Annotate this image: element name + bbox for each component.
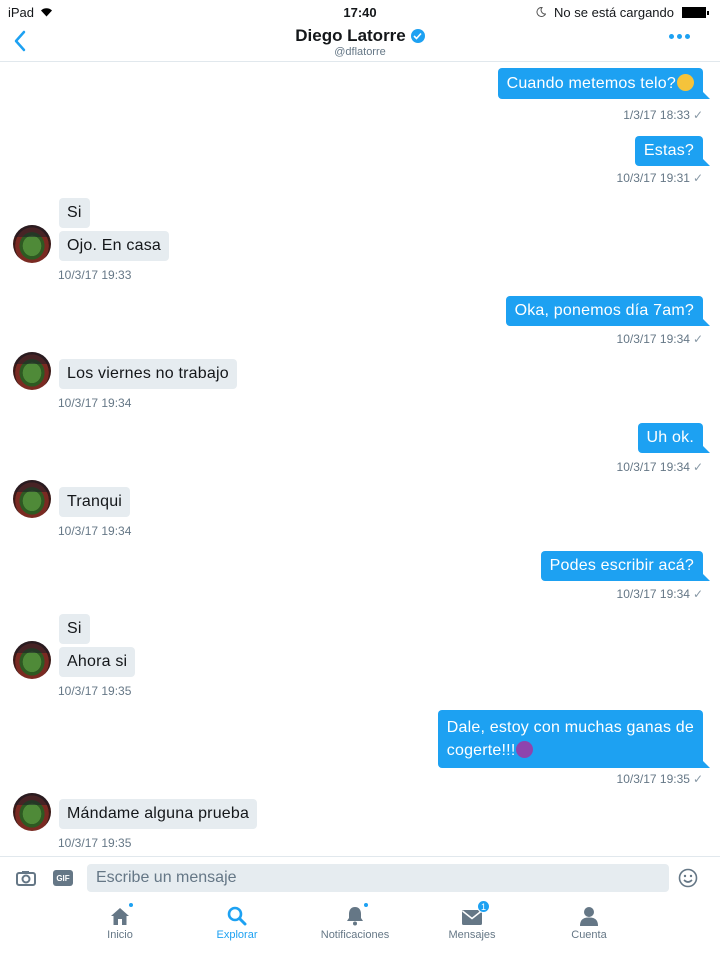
outgoing-message[interactable]: Cuando metemos telo? (497, 68, 711, 99)
message-input[interactable] (87, 864, 669, 892)
message-timestamp: 10/3/17 19:35 (58, 684, 132, 698)
incoming-message[interactable]: Tranqui (59, 487, 131, 517)
incoming-message[interactable]: Mándame alguna prueba (59, 799, 258, 829)
message-timestamp: 10/3/17 19:33 (58, 268, 132, 282)
tab-bar: Inicio Explorar Notificaciones 1 Mensaje… (0, 898, 720, 948)
verified-badge-icon (410, 29, 425, 43)
outgoing-message[interactable]: Podes escribir acá? (540, 551, 711, 581)
tab-cuenta[interactable]: Cuenta (534, 904, 644, 941)
more-options-icon[interactable] (669, 34, 690, 39)
contact-avatar[interactable] (13, 225, 51, 263)
incoming-message[interactable]: Si (59, 614, 90, 644)
check-icon: ✓ (692, 460, 703, 474)
message-thread[interactable]: Cuando metemos telo? 1/3/17 18:33 ✓ Estas… (0, 63, 720, 856)
person-icon (580, 907, 598, 926)
incoming-message[interactable]: Ojo. En casa (59, 231, 170, 261)
tab-inicio[interactable]: Inicio (65, 902, 175, 941)
battery-icon (682, 7, 709, 18)
contact-avatar[interactable] (13, 480, 51, 518)
incoming-message[interactable]: Los viernes no trabajo (59, 359, 237, 389)
moon-icon (536, 5, 547, 20)
devil-emoji-icon (516, 741, 534, 758)
message-timestamp: 10/3/17 19:34 ✓ (616, 332, 703, 346)
new-content-dot (363, 902, 369, 908)
check-icon: ✓ (692, 171, 703, 185)
message-timestamp: 10/3/17 19:34 (58, 524, 132, 538)
outgoing-message[interactable]: Estas? (634, 136, 711, 166)
tab-notificaciones[interactable]: Notificaciones (300, 902, 410, 941)
outgoing-message[interactable]: Uh ok. (637, 423, 711, 453)
contact-handle: @dflatorre (334, 46, 386, 58)
emoji-picker-icon[interactable] (678, 868, 698, 893)
message-composer: GIF (0, 856, 720, 898)
contact-title[interactable]: Diego Latorre @dflatorre (0, 26, 720, 58)
incoming-message[interactable]: Ahora si (59, 647, 136, 677)
outgoing-message[interactable]: Dale, estoy con muchas ganas de cogerte!… (437, 710, 711, 768)
gif-button[interactable]: GIF (53, 870, 73, 886)
check-icon: ✓ (692, 772, 703, 786)
check-icon: ✓ (692, 587, 703, 601)
message-timestamp: 10/3/17 19:34 ✓ (616, 587, 703, 601)
message-timestamp: 10/3/17 19:34 ✓ (616, 460, 703, 474)
incoming-message[interactable]: Si (59, 198, 90, 228)
status-bar: iPad 17:40 No se está cargando (0, 0, 720, 24)
unread-badge: 1 (477, 900, 490, 913)
smirk-emoji-icon (677, 74, 694, 91)
contact-avatar[interactable] (13, 793, 51, 831)
tab-mensajes[interactable]: 1 Mensajes (417, 900, 527, 941)
message-timestamp: 10/3/17 19:35 (58, 836, 132, 850)
tab-explorar[interactable]: Explorar (182, 904, 292, 941)
camera-icon[interactable] (16, 870, 36, 891)
message-timestamp: 10/3/17 19:35 ✓ (616, 772, 703, 786)
conversation-header: Diego Latorre @dflatorre (0, 24, 720, 62)
bell-icon (347, 907, 363, 926)
message-timestamp: 10/3/17 19:34 (58, 396, 132, 410)
contact-avatar[interactable] (13, 641, 51, 679)
charging-status: No se está cargando (554, 5, 674, 20)
contact-avatar[interactable] (13, 352, 51, 390)
message-timestamp: 1/3/17 18:33 ✓ (623, 108, 703, 122)
outgoing-message[interactable]: Oka, ponemos día 7am? (505, 296, 711, 326)
message-timestamp: 10/3/17 19:31 ✓ (616, 171, 703, 185)
new-content-dot (128, 902, 134, 908)
home-icon (111, 908, 129, 925)
check-icon: ✓ (692, 332, 703, 346)
check-icon: ✓ (692, 108, 703, 122)
search-icon (227, 906, 247, 926)
contact-name: Diego Latorre (295, 26, 406, 45)
